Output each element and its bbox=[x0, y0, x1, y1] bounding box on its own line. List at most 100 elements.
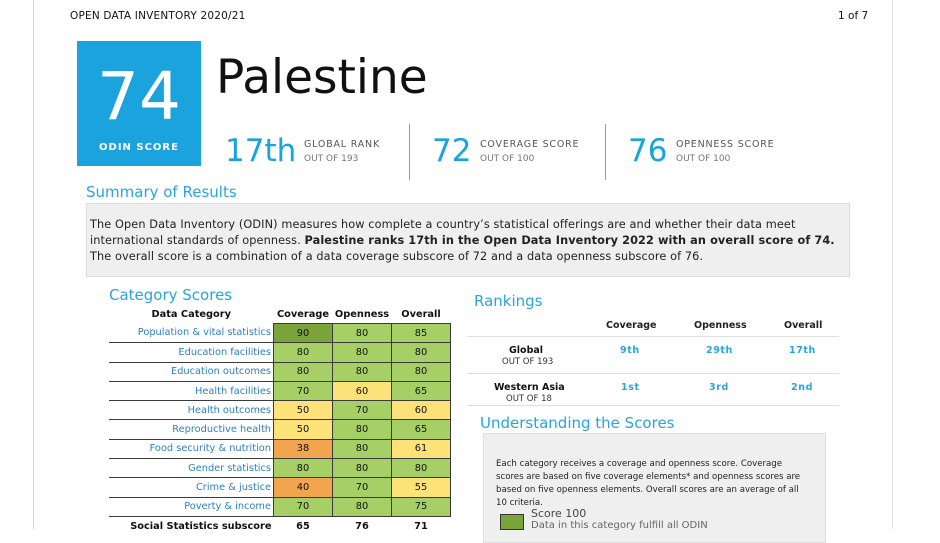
col-header-category: Data Category bbox=[151, 308, 232, 320]
category-rows: Population & vital statistics 90 80 85 Educa… bbox=[109, 322, 451, 536]
overall-cell: 85 bbox=[391, 322, 451, 344]
odin-score-label: ODIN SCORE bbox=[99, 142, 179, 153]
coverage-cell: 90 bbox=[273, 322, 333, 344]
openness-cell: 80 bbox=[332, 458, 392, 479]
summary-text-part2: The overall score is a combination of a … bbox=[90, 250, 704, 263]
overall-cell: 80 bbox=[391, 361, 451, 382]
col-header-overall: Overall bbox=[401, 308, 441, 320]
page-left-border bbox=[33, 0, 34, 529]
overall-cell: 55 bbox=[391, 477, 451, 498]
metric-divider bbox=[605, 124, 606, 180]
legend-label: Score 100 bbox=[531, 507, 587, 520]
category-name[interactable]: Education facilities bbox=[109, 342, 274, 363]
openness-cell: 80 bbox=[332, 342, 392, 363]
openness-cell: 80 bbox=[332, 322, 392, 344]
metric-label: OPENNESS SCORE bbox=[676, 139, 775, 150]
page-right-border bbox=[892, 0, 893, 529]
rank-col-overall: Overall bbox=[784, 320, 823, 331]
category-name[interactable]: Education outcomes bbox=[109, 362, 274, 382]
table-row: Food security & nutrition 38 80 61 bbox=[109, 438, 451, 460]
category-name[interactable]: Poverty & income bbox=[109, 497, 274, 517]
overall-cell: 65 bbox=[391, 380, 451, 402]
overall-cell: 60 bbox=[391, 400, 451, 421]
table-header-row: Data Category Coverage Openness Overall bbox=[109, 305, 451, 324]
rank-col-openness: Openness bbox=[694, 320, 747, 331]
metric-label: COVERAGE SCORE bbox=[480, 139, 580, 150]
coverage-cell: 80 bbox=[273, 342, 333, 363]
metric-divider bbox=[409, 124, 410, 180]
table-row: Poverty & income 70 80 75 bbox=[109, 496, 451, 517]
rank-divider bbox=[467, 336, 839, 337]
overall-cell: 75 bbox=[391, 496, 451, 517]
rank-col-coverage: Coverage bbox=[606, 320, 657, 331]
table-row: Health outcomes 50 70 60 bbox=[109, 400, 451, 421]
coverage-cell: 40 bbox=[273, 477, 333, 498]
odin-score-value: 74 bbox=[97, 58, 181, 135]
overall-cell: 61 bbox=[391, 438, 451, 460]
metric-sub: OUT OF 193 bbox=[304, 154, 359, 164]
openness-cell: 80 bbox=[332, 361, 392, 382]
table-row: Population & vital statistics 90 80 85 bbox=[109, 322, 451, 344]
openness-cell: 70 bbox=[332, 400, 392, 421]
coverage-cell: 70 bbox=[273, 380, 333, 402]
rank-region-overall: 2nd bbox=[791, 382, 813, 393]
category-name[interactable]: Gender statistics bbox=[109, 458, 274, 479]
openness-cell: 60 bbox=[332, 380, 392, 402]
coverage-cell: 80 bbox=[273, 361, 333, 382]
subtotal-overall: 71 bbox=[414, 520, 428, 532]
rank-row-region-sub: OUT OF 18 bbox=[506, 394, 552, 404]
table-row: Gender statistics 80 80 80 bbox=[109, 458, 451, 479]
rank-region-coverage: 1st bbox=[621, 382, 640, 393]
overall-cell: 65 bbox=[391, 419, 451, 440]
category-name[interactable]: Health outcomes bbox=[109, 400, 274, 421]
subtotal-coverage: 65 bbox=[296, 520, 310, 532]
openness-cell: 70 bbox=[332, 477, 392, 498]
legend-swatch-score-100 bbox=[500, 514, 524, 530]
country-title: Palestine bbox=[216, 50, 428, 105]
openness-cell: 80 bbox=[332, 496, 392, 517]
rankings-title: Rankings bbox=[474, 292, 543, 310]
openness-cell: 80 bbox=[332, 419, 392, 440]
category-name[interactable]: Reproductive health bbox=[109, 419, 274, 440]
understanding-title: Understanding the Scores bbox=[480, 414, 675, 432]
metric-sub: OUT OF 100 bbox=[676, 154, 731, 164]
legend-description: Data in this category fulfill all ODIN bbox=[531, 520, 708, 531]
category-name[interactable]: Population & vital statistics bbox=[109, 323, 274, 344]
category-scores-title: Category Scores bbox=[109, 286, 233, 304]
table-row: Reproductive health 50 80 65 bbox=[109, 419, 451, 440]
odin-score-box: 74 ODIN SCORE bbox=[77, 41, 201, 166]
rank-divider bbox=[467, 373, 839, 374]
metric-sub: OUT OF 100 bbox=[480, 154, 535, 164]
rank-row-global-sub: OUT OF 193 bbox=[502, 357, 554, 367]
category-name[interactable]: Food security & nutrition bbox=[109, 439, 274, 460]
coverage-cell: 50 bbox=[273, 400, 333, 421]
summary-text-bold: Palestine ranks 17th in the Open Data In… bbox=[304, 234, 835, 247]
page-indicator: 1 of 7 bbox=[838, 10, 869, 22]
rank-global-overall: 17th bbox=[789, 345, 816, 356]
coverage-cell: 38 bbox=[273, 438, 333, 460]
subtotal-row: Social Statistics subscore 65 76 71 bbox=[109, 516, 451, 535]
rank-region-openness: 3rd bbox=[709, 382, 729, 393]
rank-global-openness: 29th bbox=[706, 345, 733, 356]
coverage-cell: 50 bbox=[273, 419, 333, 440]
rank-row-global-name: Global bbox=[509, 345, 544, 356]
category-name[interactable]: Crime & justice bbox=[109, 477, 274, 498]
col-header-coverage: Coverage bbox=[276, 308, 330, 320]
understanding-text: Each category receives a coverage and op… bbox=[496, 459, 801, 508]
rank-divider bbox=[467, 405, 839, 406]
coverage-cell: 70 bbox=[273, 496, 333, 517]
table-row: Education outcomes 80 80 80 bbox=[109, 361, 451, 382]
overall-cell: 80 bbox=[391, 342, 451, 363]
summary-text: The Open Data Inventory (ODIN) measures … bbox=[90, 217, 846, 265]
report-header-title: OPEN DATA INVENTORY 2020/21 bbox=[70, 10, 246, 22]
metric-value: 72 bbox=[432, 133, 472, 169]
metric-value: 17th bbox=[225, 133, 297, 169]
table-row: Crime & justice 40 70 55 bbox=[109, 477, 451, 498]
rank-row-region-name: Western Asia bbox=[494, 382, 565, 393]
table-row: Health facilities 70 60 65 bbox=[109, 380, 451, 402]
openness-cell: 80 bbox=[332, 438, 392, 460]
category-scores-table: Data Category Coverage Openness Overall … bbox=[109, 305, 451, 535]
subtotal-openness: 76 bbox=[355, 520, 369, 532]
category-name[interactable]: Health facilities bbox=[109, 381, 274, 402]
table-row: Education facilities 80 80 80 bbox=[109, 342, 451, 363]
